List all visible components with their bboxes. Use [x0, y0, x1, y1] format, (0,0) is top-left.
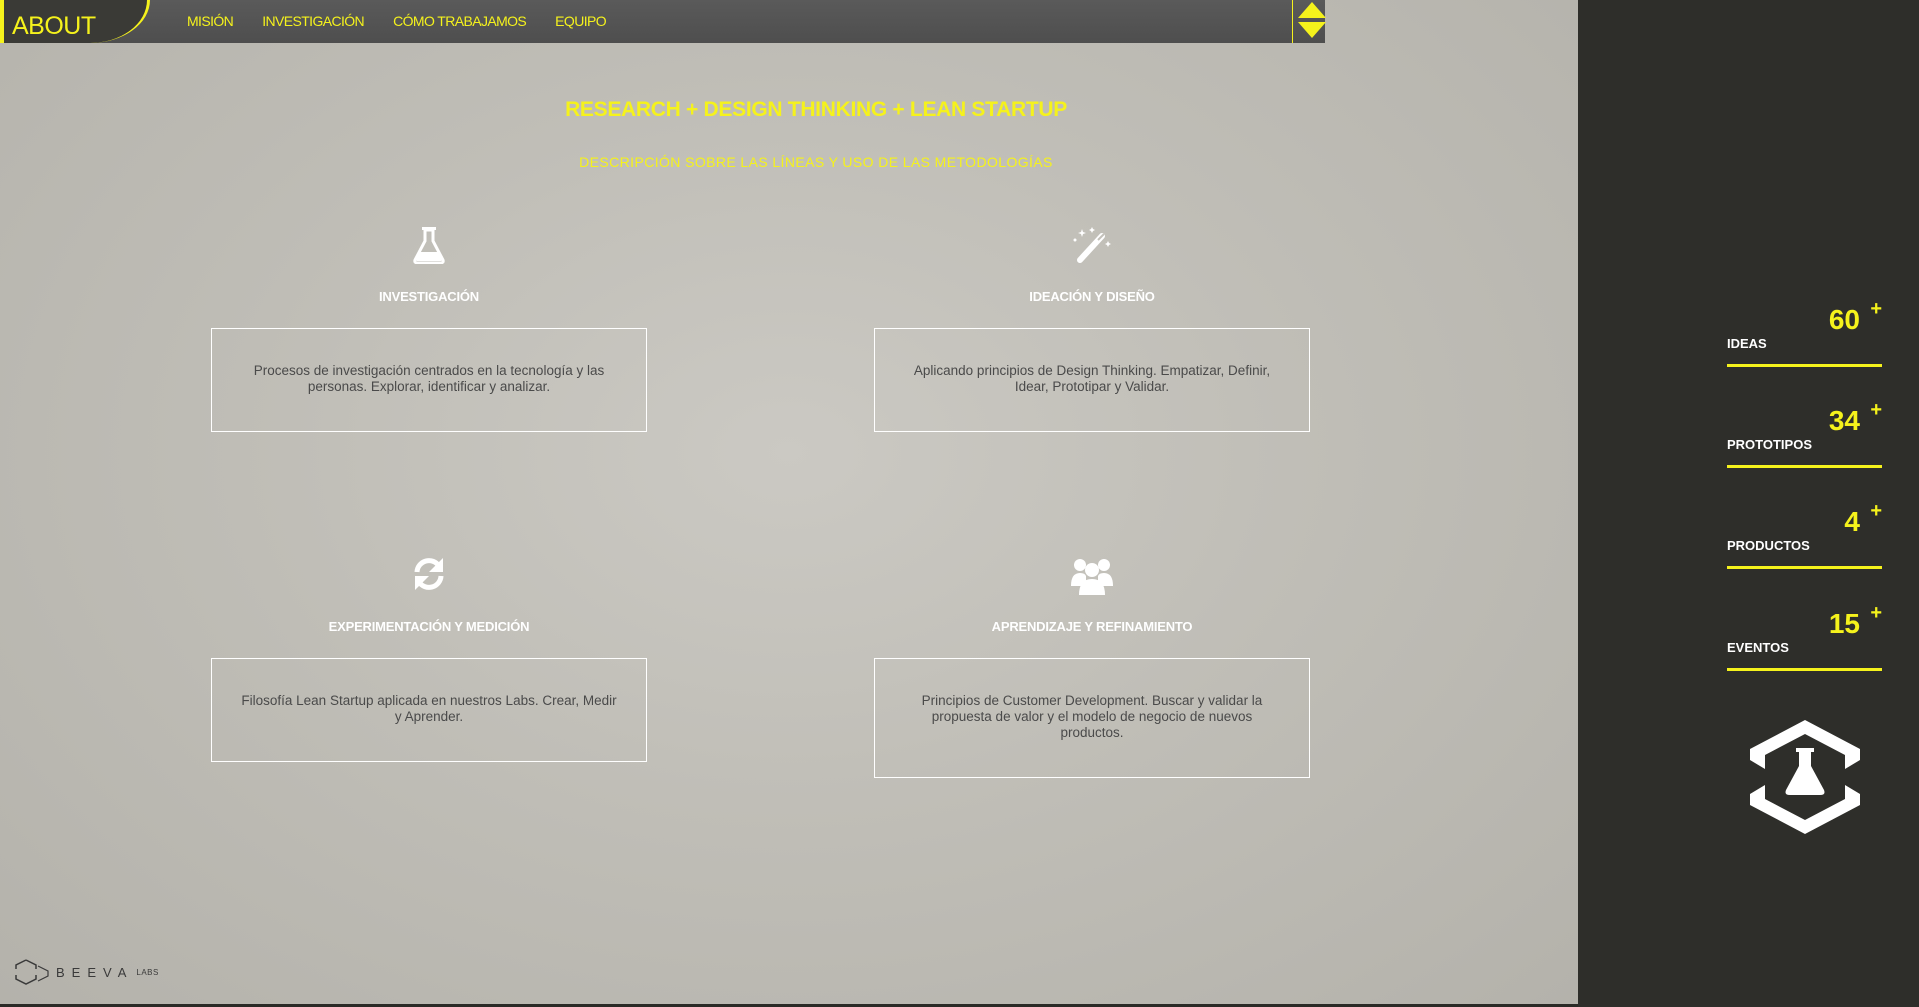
card-title: IDEACIÓN Y DISEÑO — [1029, 289, 1155, 304]
nav-item-investigacion[interactable]: INVESTIGACIÓN — [262, 0, 364, 43]
stat-plus: + — [1870, 399, 1882, 421]
stat-label: PROTOTIPOS — [1727, 437, 1812, 452]
hexagon-flask-logo-icon — [1740, 712, 1870, 842]
users-icon — [874, 556, 1310, 600]
stat-value: 15 — [1828, 608, 1860, 639]
card-title: EXPERIMENTACIÓN Y MEDICIÓN — [328, 619, 530, 634]
nav-menu: MISIÓN INVESTIGACIÓN CÓMO TRABAJAMOS EQU… — [187, 0, 635, 43]
stat-productos: 4 + PRODUCTOS — [1727, 500, 1882, 569]
card-description: Procesos de investigación centrados en l… — [211, 328, 647, 432]
stat-prototipos: 34 + PROTOTIPOS — [1727, 399, 1882, 468]
logo-brand: BEEVA — [56, 964, 134, 980]
stat-value: 34 — [1828, 405, 1860, 436]
main-content — [0, 0, 1578, 1004]
scroll-down-arrow-icon[interactable] — [1298, 22, 1326, 38]
stat-value: 4 — [1844, 506, 1860, 537]
stat-label: EVENTOS — [1727, 640, 1789, 655]
beeva-logo[interactable]: BEEVA LABS — [14, 958, 159, 986]
card-description: Aplicando principios de Design Thinking.… — [874, 328, 1310, 432]
nav-item-mision[interactable]: MISIÓN — [187, 0, 234, 43]
page-subtitle: DESCRIPCIÓN SOBRE LAS LÍNEAS Y USO DE LA… — [579, 154, 1053, 170]
magic-wand-icon — [874, 226, 1310, 270]
card-title: INVESTIGACIÓN — [379, 289, 479, 304]
stat-plus: + — [1870, 602, 1882, 624]
stat-label: PRODUCTOS — [1727, 538, 1810, 553]
page-title: RESEARCH + DESIGN THINKING + LEAN STARTU… — [565, 98, 1067, 121]
nav-item-como-trabajamos[interactable]: CÓMO TRABAJAMOS — [393, 0, 527, 43]
card-description: Principios de Customer Development. Busc… — [874, 658, 1310, 778]
flask-icon — [211, 226, 647, 270]
stat-value: 60 — [1828, 304, 1860, 335]
about-accent-bar — [0, 0, 4, 43]
card-description: Filosofía Lean Startup aplicada en nuest… — [211, 658, 647, 762]
top-nav-bar: ABOUT MISIÓN INVESTIGACIÓN CÓMO TRABAJAM… — [0, 0, 1326, 43]
stat-plus: + — [1870, 298, 1882, 320]
stat-ideas: 60 + IDEAS — [1727, 298, 1882, 367]
scroll-arrows — [1292, 0, 1326, 43]
nav-item-equipo[interactable]: EQUIPO — [555, 0, 606, 43]
beeva-hex-icon — [15, 959, 49, 985]
scroll-up-arrow-icon[interactable] — [1298, 2, 1326, 18]
stat-label: IDEAS — [1727, 336, 1767, 351]
card-title: APRENDIZAJE Y REFINAMIENTO — [991, 619, 1193, 634]
stat-eventos: 15 + EVENTOS — [1727, 602, 1882, 671]
stat-plus: + — [1870, 500, 1882, 522]
logo-sub: LABS — [136, 967, 159, 977]
section-title: ABOUT — [12, 12, 96, 40]
refresh-icon — [211, 556, 647, 600]
